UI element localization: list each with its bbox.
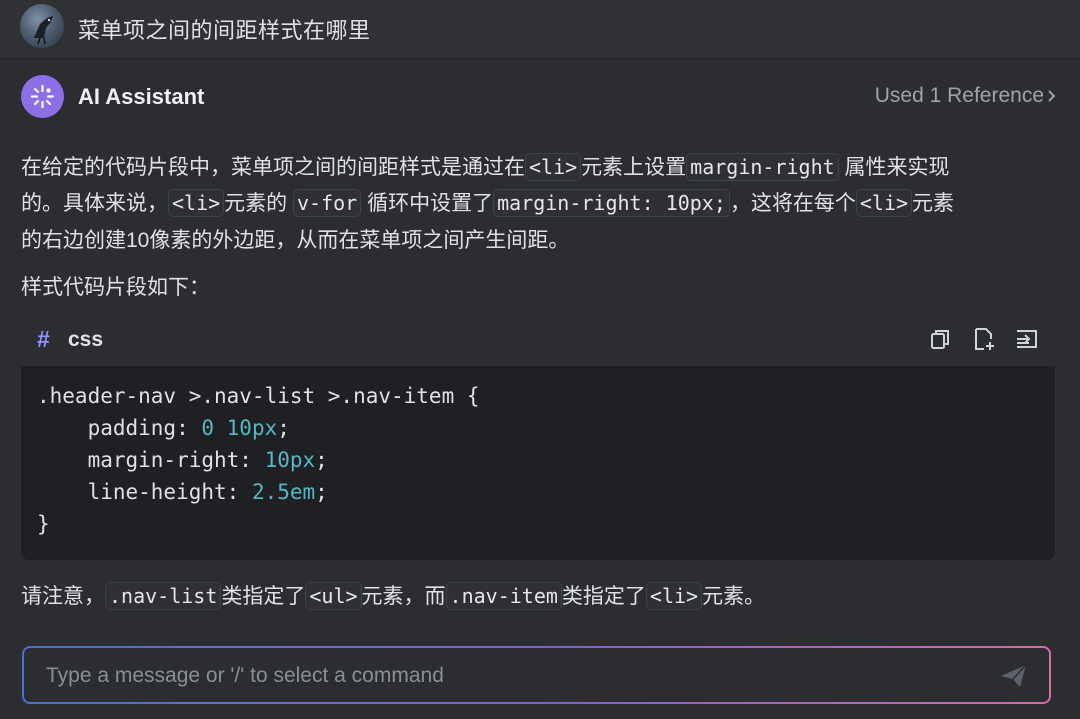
answer-text: 请注意， (21, 585, 105, 608)
answer-line-3: 的右边创建10像素的外边距，从而在菜单项之间产生间距。 (21, 229, 570, 252)
answer-text: 元素，而 (361, 585, 446, 608)
answer-text: 元素上设置 (581, 156, 687, 179)
user-message-bar: 菜单项之间的间距样式在哪里 (0, 0, 1080, 59)
insert-at-caret-icon[interactable] (1014, 326, 1040, 352)
chat-input[interactable]: Type a message or '/' to select a comman… (22, 646, 1051, 704)
answer-text: 类指定了 (221, 585, 306, 608)
chat-input-placeholder: Type a message or '/' to select a comman… (46, 664, 444, 687)
copy-icon[interactable] (927, 326, 953, 352)
used-reference-link[interactable]: Used 1 Reference (875, 84, 1044, 108)
ai-assistant-icon (21, 75, 64, 118)
answer-text: 元素 (912, 192, 955, 215)
code-block[interactable]: .header-nav >.nav-list >.nav-item { padd… (21, 366, 1055, 560)
inline-code: <li> (168, 189, 225, 217)
assistant-name: AI Assistant (78, 84, 205, 109)
css-property: line-height: (37, 480, 252, 504)
answer-line-5: 请注意， .nav-list 类指定了 <ul> 元素，而 .nav-item 类指定了 <l… (21, 580, 765, 610)
avatar (20, 4, 64, 48)
answer-line-1: 在给定的代码片段中，菜单项之间的间距样式是通过在 <li> 元素上设置 margin-… (21, 151, 950, 181)
code-line: margin-right: 10px; (37, 448, 328, 472)
user-message-text: 菜单项之间的间距样式在哪里 (78, 18, 371, 43)
inline-code: v-for (293, 189, 362, 217)
code-language-label: css (68, 328, 104, 351)
semicolon: ; (277, 416, 290, 440)
semicolon: ; (315, 480, 328, 504)
code-line: } (37, 512, 50, 536)
code-line: padding: 0 10px; (37, 416, 290, 440)
inline-code: <li> (855, 189, 913, 217)
answer-text: 属性来实现 (844, 156, 950, 179)
code-line: line-height: 2.5em; (37, 480, 328, 504)
bird-avatar-image (34, 16, 53, 45)
css-value: 2.5em (251, 480, 316, 504)
answer-line-2: 的。具体来说， <li> 元素的 v-for 循环中设置了 margin-right:… (21, 187, 954, 217)
inline-code: margin-right: 10px; (493, 189, 730, 217)
answer-text: 元素。 (702, 585, 766, 608)
inline-code: <li> (645, 582, 703, 610)
answer-text: 在给定的代码片段中，菜单项之间的间距样式是通过在 (21, 156, 525, 179)
inline-code: <ul> (305, 582, 362, 610)
answer-text: 循环中设置了 (367, 192, 494, 215)
code-block-header: # css (21, 318, 1055, 366)
insert-file-icon[interactable] (971, 326, 997, 352)
css-value: 0 10px (201, 416, 278, 440)
css-property: margin-right: (37, 448, 265, 472)
answer-text: 的。具体来说， (21, 192, 168, 215)
answer-text: 类指定了 (561, 585, 646, 608)
inline-code: <li> (525, 153, 582, 181)
language-hash-icon: # (37, 326, 50, 352)
inline-code: .nav-item (445, 582, 562, 610)
css-value: 10px (264, 448, 316, 472)
inline-code: margin-right (686, 153, 839, 181)
chevron-right-icon[interactable] (1046, 87, 1058, 105)
answer-text: 元素的 (224, 192, 288, 215)
send-icon[interactable] (999, 662, 1029, 690)
semicolon: ; (315, 448, 328, 472)
inline-code: .nav-list (105, 582, 222, 610)
answer-line-4: 样式代码片段如下： (21, 276, 210, 299)
answer-text: ，这将在每个 (729, 192, 856, 215)
css-property: padding: (37, 416, 202, 440)
code-line: .header-nav >.nav-list >.nav-item { (37, 384, 480, 408)
